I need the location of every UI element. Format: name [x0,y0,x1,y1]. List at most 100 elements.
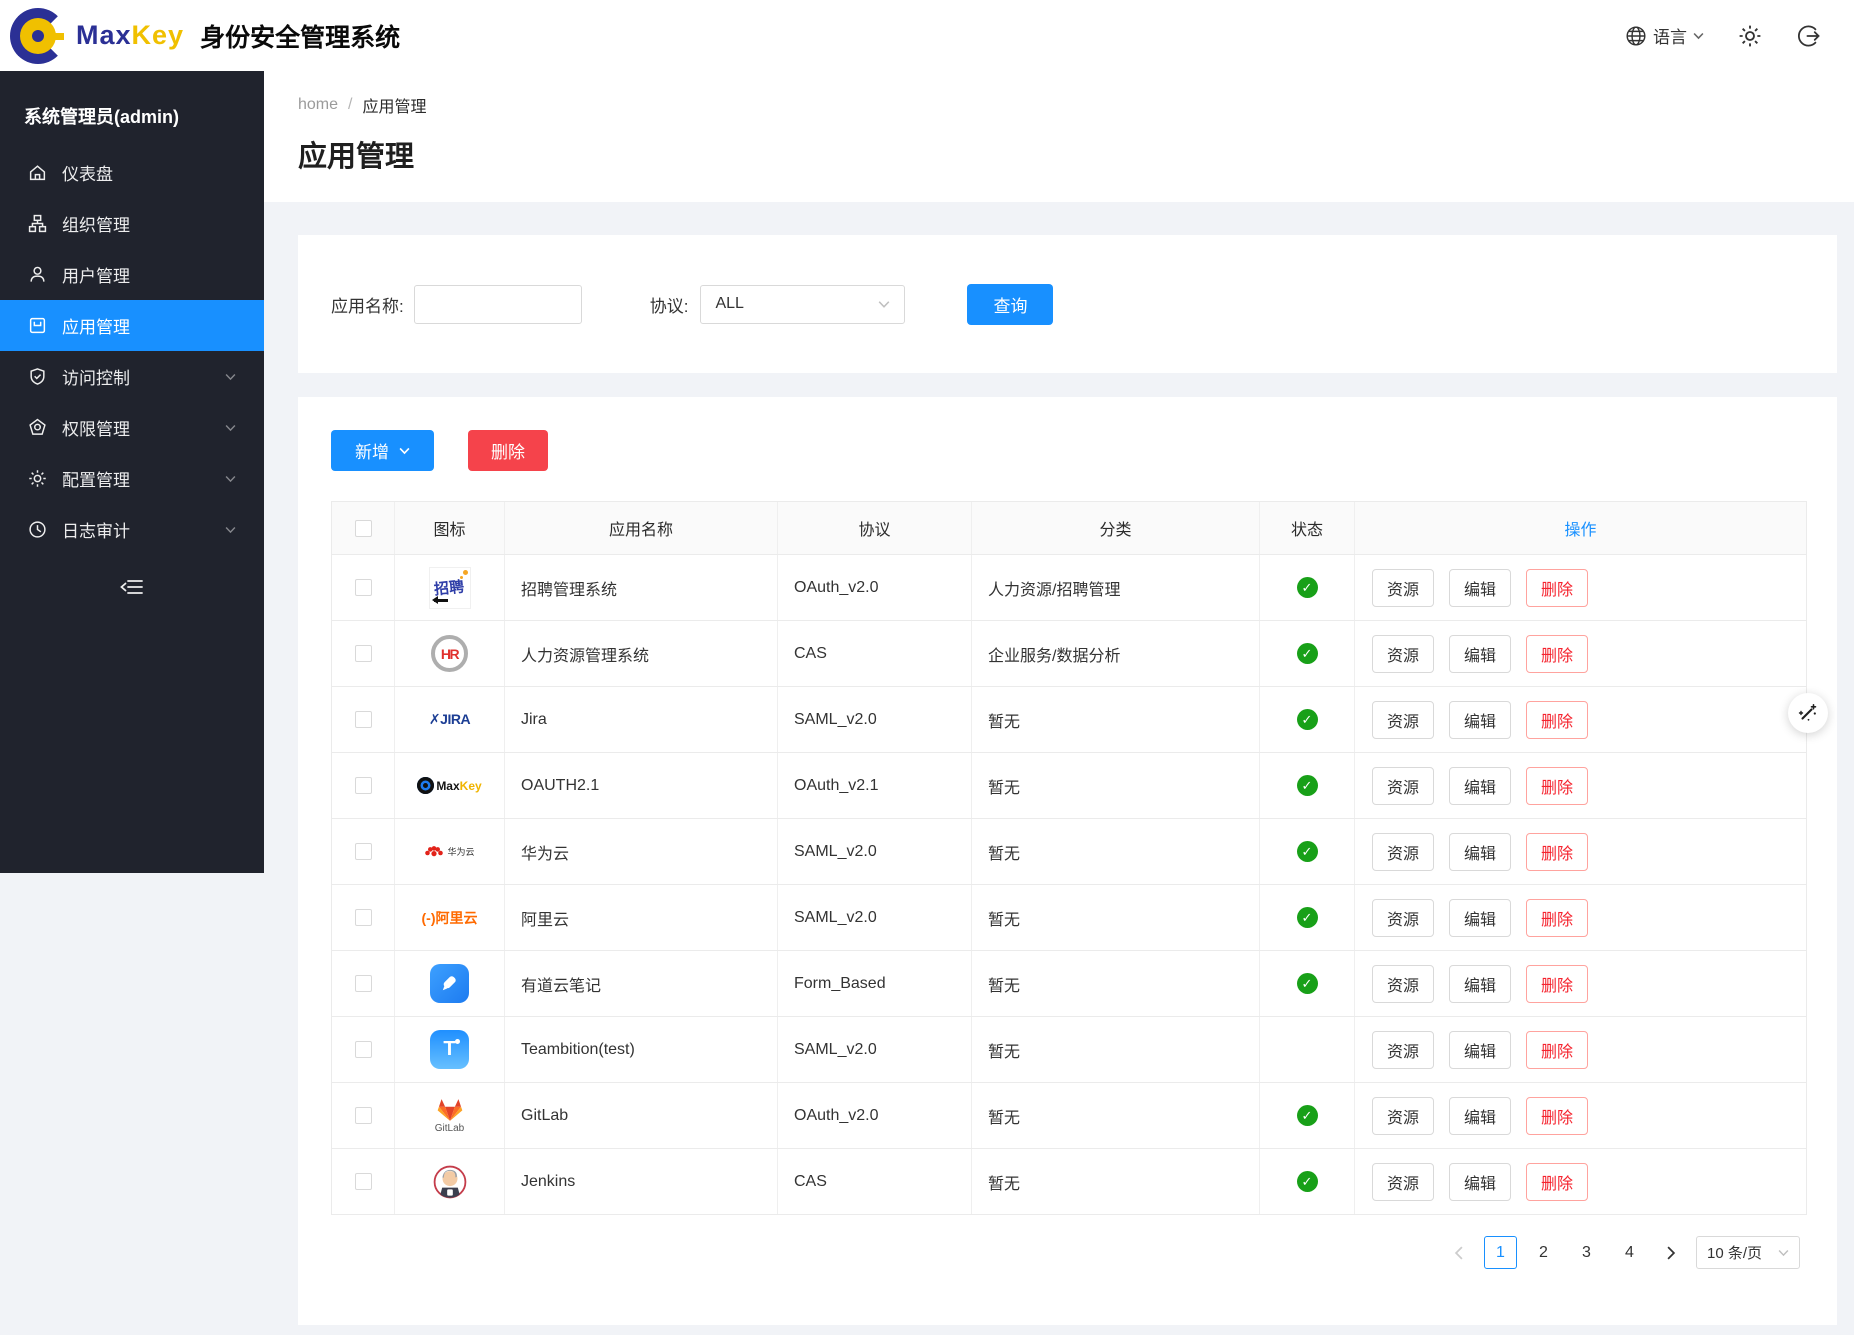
delete-button[interactable]: 删除 [468,430,548,471]
edit-button[interactable]: 编辑 [1449,965,1511,1003]
app-name: GitLab [505,1083,778,1148]
table-row: ✗JIRA Jira SAML_v2.0 暂无 ✓ 资源 编辑 删除 [332,687,1806,753]
app-protocol: SAML_v2.0 [778,1017,972,1082]
status-ok-icon: ✓ [1297,709,1318,730]
page-button-4[interactable]: 4 [1613,1236,1646,1269]
resource-button[interactable]: 资源 [1372,1097,1434,1135]
app-name: 阿里云 [505,885,778,950]
delete-row-button[interactable]: 删除 [1526,1097,1588,1135]
page-size-select[interactable]: 10 条/页 [1696,1236,1800,1269]
app-name: Jenkins [505,1149,778,1214]
edit-button[interactable]: 编辑 [1449,1031,1511,1069]
page-button-3[interactable]: 3 [1570,1236,1603,1269]
table-row: HR 人力资源管理系统 CAS 企业服务/数据分析 ✓ 资源 编辑 删除 [332,621,1806,687]
add-button[interactable]: 新增 [331,430,434,471]
table-row: 有道云笔记 Form_Based 暂无 ✓ 资源 编辑 删除 [332,951,1806,1017]
delete-row-button[interactable]: 删除 [1526,569,1588,607]
app-protocol: OAuth_v2.0 [778,1083,972,1148]
sidebar-item-users[interactable]: 用户管理 [0,249,264,300]
sidebar-collapse-button[interactable] [0,577,264,597]
app-icon-cell: GitLab [395,1083,505,1148]
app-status-cell: ✓ [1260,687,1355,752]
resource-button[interactable]: 资源 [1372,899,1434,937]
row-actions-cell: 资源 编辑 删除 [1355,753,1806,818]
row-checkbox[interactable] [355,843,372,860]
resource-button[interactable]: 资源 [1372,965,1434,1003]
row-checkbox[interactable] [355,975,372,992]
column-header-name: 应用名称 [505,502,778,554]
resource-button[interactable]: 资源 [1372,833,1434,871]
edit-button[interactable]: 编辑 [1449,899,1511,937]
magic-wand-icon [1798,703,1818,723]
theme-wand-button[interactable] [1788,693,1828,733]
breadcrumb-home-link[interactable]: home [298,96,338,114]
sidebar-item-label: 配置管理 [62,466,130,491]
row-checkbox[interactable] [355,1107,372,1124]
row-checkbox[interactable] [355,579,372,596]
delete-row-button[interactable]: 删除 [1526,899,1588,937]
sidebar-item-permissions[interactable]: 权限管理 [0,402,264,453]
resource-button[interactable]: 资源 [1372,1031,1434,1069]
settings-button[interactable] [1738,24,1762,48]
app-icon-cell: T [395,1017,505,1082]
sidebar-item-dashboard[interactable]: 仪表盘 [0,147,264,198]
next-page-button[interactable] [1656,1237,1686,1269]
row-checkbox[interactable] [355,777,372,794]
delete-row-button[interactable]: 删除 [1526,965,1588,1003]
language-switcher[interactable]: 语言 [1625,23,1704,48]
delete-row-button[interactable]: 删除 [1526,767,1588,805]
app-name-input[interactable] [414,285,582,324]
resource-button[interactable]: 资源 [1372,701,1434,739]
edit-button[interactable]: 编辑 [1449,1097,1511,1135]
row-checkbox[interactable] [355,711,372,728]
sidebar-item-org[interactable]: 组织管理 [0,198,264,249]
resource-button[interactable]: 资源 [1372,1163,1434,1201]
delete-row-button[interactable]: 删除 [1526,833,1588,871]
page-button-1[interactable]: 1 [1484,1236,1517,1269]
header-checkbox-cell [332,502,395,554]
resource-button[interactable]: 资源 [1372,635,1434,673]
app-protocol: CAS [778,1149,972,1214]
applications-table: 图标 应用名称 协议 分类 状态 操作 招聘 招聘管理系统 OAuth_v2.0… [331,501,1807,1215]
sidebar-item-configuration[interactable]: 配置管理 [0,453,264,504]
globe-icon [1625,25,1647,47]
delete-row-button[interactable]: 删除 [1526,1163,1588,1201]
page-button-2[interactable]: 2 [1527,1236,1560,1269]
row-checkbox[interactable] [355,909,372,926]
breadcrumb: home / 应用管理 [298,93,1854,117]
sidebar-item-apps[interactable]: 应用管理 [0,300,264,351]
sidebar-item-audit[interactable]: 日志审计 [0,504,264,555]
resource-button[interactable]: 资源 [1372,767,1434,805]
row-actions-cell: 资源 编辑 删除 [1355,885,1806,950]
app-category: 暂无 [972,687,1260,752]
app-protocol: SAML_v2.0 [778,819,972,884]
delete-row-button[interactable]: 删除 [1526,635,1588,673]
prev-page-button[interactable] [1444,1237,1474,1269]
search-button[interactable]: 查询 [967,284,1053,325]
delete-row-button[interactable]: 删除 [1526,1031,1588,1069]
brand-key: Key [132,20,185,50]
resource-button[interactable]: 资源 [1372,569,1434,607]
row-checkbox[interactable] [355,1173,372,1190]
edit-button[interactable]: 编辑 [1449,569,1511,607]
row-checkbox[interactable] [355,1041,372,1058]
column-header-category: 分类 [972,502,1260,554]
row-checkbox-cell [332,621,395,686]
sidebar-item-access-control[interactable]: 访问控制 [0,351,264,402]
row-checkbox-cell [332,885,395,950]
select-all-checkbox[interactable] [355,520,372,537]
row-checkbox[interactable] [355,645,372,662]
edit-button[interactable]: 编辑 [1449,701,1511,739]
app-category: 暂无 [972,951,1260,1016]
edit-button[interactable]: 编辑 [1449,1163,1511,1201]
column-header-protocol: 协议 [778,502,972,554]
breadcrumb-current: 应用管理 [362,93,426,117]
main-content: home / 应用管理 应用管理 应用名称: 协议: ALL 查询 新增 [264,71,1854,1325]
logout-button[interactable] [1796,24,1820,48]
edit-button[interactable]: 编辑 [1449,635,1511,673]
row-checkbox-cell [332,753,395,818]
protocol-select[interactable]: ALL [700,285,905,324]
edit-button[interactable]: 编辑 [1449,833,1511,871]
delete-row-button[interactable]: 删除 [1526,701,1588,739]
edit-button[interactable]: 编辑 [1449,767,1511,805]
